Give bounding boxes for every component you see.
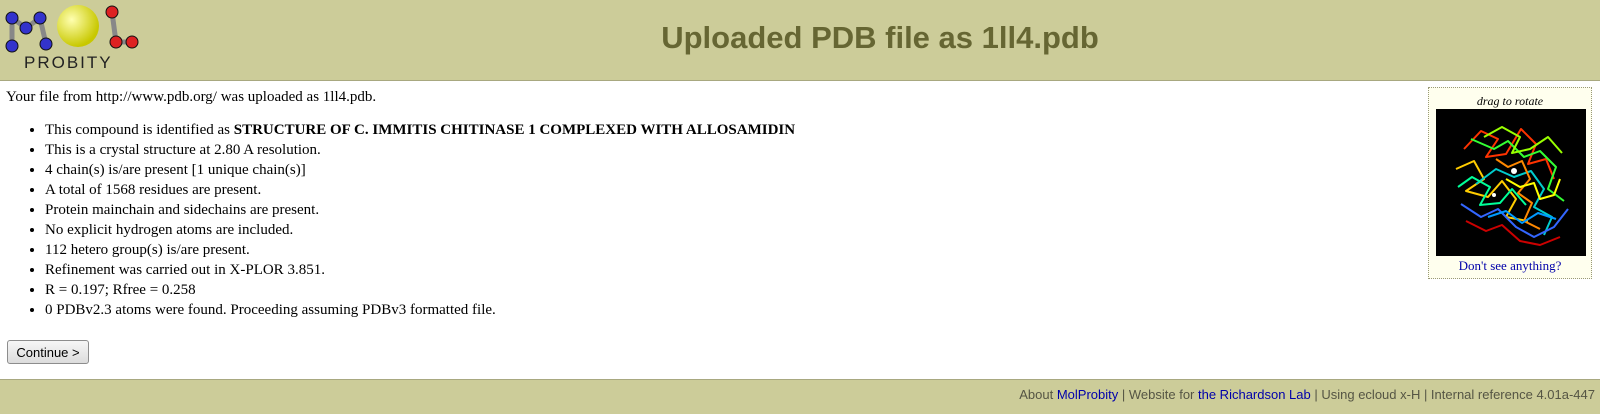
file-facts-list: This compound is identified as STRUCTURE… <box>0 121 795 321</box>
dont-see-anything-link[interactable]: Don't see anything? <box>1429 258 1591 274</box>
list-item: 0 PDBv2.3 atoms were found. Proceeding a… <box>45 301 795 321</box>
list-item: This compound is identified as STRUCTURE… <box>45 121 795 141</box>
footer-text: About MolProbity | Website for the Richa… <box>1019 387 1595 402</box>
molprobity-logo[interactable]: PROBITY <box>4 2 144 72</box>
list-item: R = 0.197; Rfree = 0.258 <box>45 281 795 301</box>
footer-about: About <box>1019 387 1057 402</box>
list-item: Protein mainchain and sidechains are pre… <box>45 201 795 221</box>
compound-prefix: This compound is identified as <box>45 122 234 138</box>
compound-name: STRUCTURE OF C. IMMITIS CHITINASE 1 COMP… <box>233 122 796 138</box>
page-title: Uploaded PDB file as 1ll4.pdb <box>661 20 1099 55</box>
list-item: No explicit hydrogen atoms are included. <box>45 221 795 241</box>
richardson-lab-link[interactable]: the Richardson Lab <box>1198 387 1311 402</box>
upload-intro: Your file from http://www.pdb.org/ was u… <box>6 89 377 105</box>
list-item: 112 hetero group(s) is/are present. <box>45 241 795 261</box>
viewer-caption: drag to rotate <box>1476 94 1544 108</box>
footer-website-for: | Website for <box>1118 387 1198 402</box>
molprobity-link[interactable]: MolProbity <box>1057 387 1118 402</box>
footer-bar: About MolProbity | Website for the Richa… <box>0 379 1600 414</box>
list-item: Refinement was carried out in X-PLOR 3.8… <box>45 261 795 281</box>
protein-ribbon-icon <box>1455 126 1569 246</box>
list-item: This is a crystal structure at 2.80 A re… <box>45 141 795 161</box>
header-bar: PROBITY Uploaded PDB file as 1ll4.pdb <box>0 0 1600 81</box>
molecule-viewer-canvas[interactable] <box>1436 109 1586 256</box>
list-item: 4 chain(s) is/are present [1 unique chai… <box>45 161 795 181</box>
logo-wordmark: PROBITY <box>24 53 113 72</box>
footer-rest: | Using ecloud x-H | Internal reference … <box>1310 387 1595 402</box>
structure-viewer: drag to rotate Don't see anything? <box>1428 87 1592 279</box>
continue-button[interactable]: Continue > <box>7 340 89 364</box>
list-item: A total of 1568 residues are present. <box>45 181 795 201</box>
